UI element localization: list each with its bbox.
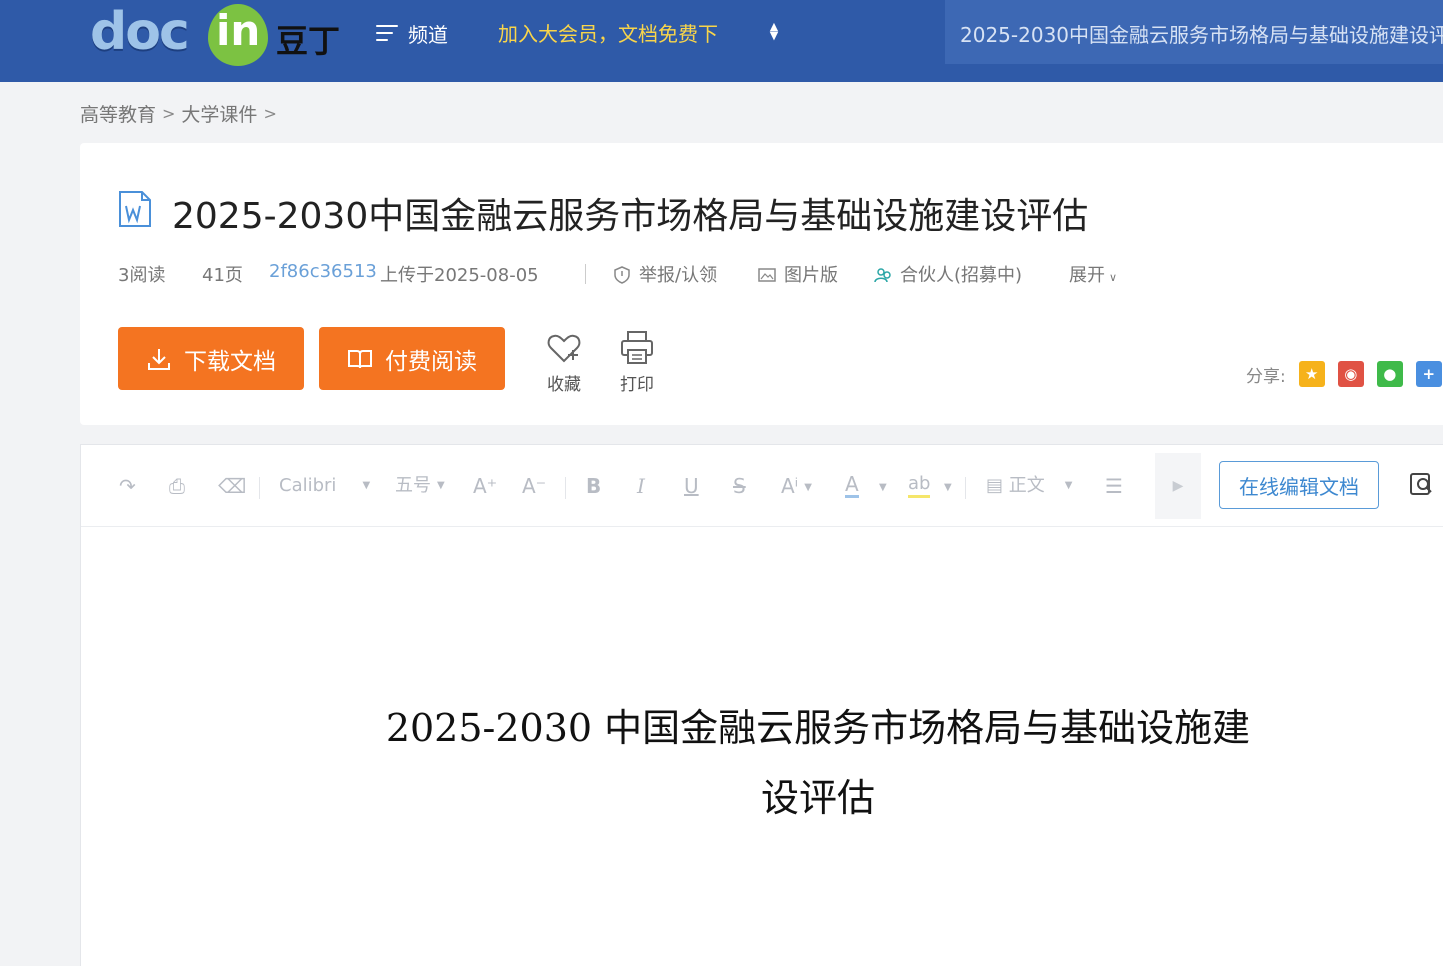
eraser-icon[interactable]: ⌫ (218, 473, 246, 499)
share-weibo-icon[interactable]: ◉ (1337, 361, 1364, 387)
breadcrumb-item-higher-education[interactable]: 高等教育 (80, 100, 156, 127)
heart-plus-icon (547, 334, 581, 363)
font-size-select[interactable]: 五号 ▼ (395, 473, 445, 499)
paragraph-style-icon: ▤ (986, 475, 1009, 496)
share-wechat-icon[interactable]: ● (1376, 361, 1403, 387)
breadcrumb-separator: > (162, 104, 176, 123)
breadcrumb-item-courseware[interactable]: 大学课件 (181, 100, 257, 127)
bold-icon[interactable]: B (586, 473, 601, 499)
top-header: doc in 豆丁 频道 加入大会员，文档免费下 ▲ ▼ 2025-2030中国金… (0, 0, 1443, 82)
format-painter-icon[interactable]: ⎙ (169, 473, 185, 499)
search-input[interactable]: 2025-2030中国金融云服务市场格局与基础设施建设评估 (945, 0, 1443, 64)
docin-logo[interactable]: doc in 豆丁 (88, 2, 348, 68)
document-viewer: ↷ ⎙ ⌫ Calibri ▼ 五号 ▼ A⁺ A⁻ B I U S Aⁱ ▼ A ▼… (80, 444, 1443, 966)
find-icon[interactable] (1409, 471, 1435, 497)
font-family-value: Calibri (279, 475, 337, 496)
breadcrumb-separator: > (263, 104, 277, 123)
underline-icon[interactable]: U (684, 473, 699, 499)
print-button[interactable]: 打印 (612, 330, 662, 395)
download-button[interactable]: 下载文档 (118, 327, 304, 390)
document-info-card: 2025-2030中国金融云服务市场格局与基础设施建设评估 3阅读 41页 2f… (80, 143, 1443, 425)
document-title: 2025-2030中国金融云服务市场格局与基础设施建设评估 (172, 196, 1089, 237)
report-link[interactable]: 举报/认领 (613, 261, 717, 287)
breadcrumb: 高等教育 > 大学课件 > (80, 100, 277, 127)
book-icon (348, 349, 372, 368)
toolbar-scroll-right-icon[interactable]: ▶ (1155, 453, 1201, 519)
online-edit-button[interactable]: 在线编辑文档 (1219, 461, 1379, 509)
print-label: 打印 (620, 375, 654, 395)
printer-icon (621, 331, 653, 364)
page-heading-line-2: 设评估 (760, 776, 875, 820)
search-input-value: 2025-2030中国金融云服务市场格局与基础设施建设评估 (960, 23, 1443, 47)
image-icon (758, 268, 776, 282)
expand-label: 展开 (1069, 265, 1105, 286)
favorite-label: 收藏 (547, 375, 581, 395)
image-version-link[interactable]: 图片版 (758, 261, 838, 287)
expand-toggle[interactable]: 展开 ∨ (1069, 261, 1117, 287)
download-icon (148, 348, 170, 370)
highlight-icon[interactable]: ab (908, 473, 931, 498)
favorite-button[interactable]: 收藏 (539, 330, 589, 395)
menu-icon (376, 24, 398, 42)
page-heading-line-1: 2025-2030 中国金融云服务市场格局与基础设施建 (385, 706, 1251, 750)
share-qzone-icon[interactable]: ★ (1298, 361, 1325, 387)
share-bar: 分享: ★ ◉ ● + (1246, 361, 1442, 387)
upload-date: 上传于2025-08-05 (380, 265, 539, 286)
redo-icon[interactable]: ↷ (119, 473, 136, 499)
editor-toolbar: ↷ ⎙ ⌫ Calibri ▼ 五号 ▼ A⁺ A⁻ B I U S Aⁱ ▼ A ▼… (81, 445, 1443, 527)
page-count: 41页 (202, 265, 243, 286)
toolbar-divider (259, 477, 260, 499)
align-left-icon[interactable]: ☰ (1105, 473, 1123, 499)
font-size-value: 五号 (395, 475, 431, 496)
meta-divider (585, 264, 586, 284)
dropdown-caret-icon: ▼ (1064, 480, 1073, 491)
download-label: 下载文档 (184, 348, 276, 375)
dropdown-caret-icon: ▼ (437, 480, 445, 491)
share-more-icon[interactable]: + (1415, 361, 1442, 387)
strikethrough-icon[interactable]: S (733, 473, 746, 499)
channel-label: 频道 (408, 22, 448, 47)
chevron-down-icon: ∨ (1109, 271, 1118, 284)
font-color-caret-icon[interactable]: ▼ (873, 473, 887, 501)
image-version-label: 图片版 (784, 265, 838, 286)
paid-read-label: 付费阅读 (385, 348, 477, 375)
shrink-font-icon[interactable]: A⁻ (522, 473, 546, 499)
logo-doc-text: doc (90, 2, 190, 62)
logo-in-text: in (216, 6, 261, 55)
grow-font-icon[interactable]: A⁺ (473, 473, 497, 499)
channel-menu-button[interactable]: 频道 (376, 18, 448, 48)
share-label: 分享: (1246, 366, 1286, 387)
shield-icon (614, 266, 630, 284)
partner-icon (874, 268, 891, 283)
partner-label: 合伙人(招募中) (900, 265, 1023, 286)
page-heading: 2025-2030 中国金融云服务市场格局与基础设施建 设评估 (363, 693, 1273, 833)
word-file-icon (119, 191, 151, 227)
logo-cn-text: 豆丁 (276, 22, 341, 60)
toolbar-divider (565, 477, 566, 499)
dropdown-caret-icon: ▼ (362, 480, 371, 491)
text-effect-icon[interactable]: Aⁱ ▼ (781, 473, 812, 501)
italic-icon[interactable]: I (637, 473, 645, 499)
read-count: 3阅读 (118, 265, 166, 286)
paragraph-style-select[interactable]: ▤ 正文 ▼ (986, 473, 1072, 499)
highlight-caret-icon[interactable]: ▼ (938, 473, 952, 501)
toolbar-divider (965, 477, 966, 499)
vip-promo-link[interactable]: 加入大会员，文档免费下 (498, 18, 718, 47)
font-color-icon[interactable]: A (845, 473, 859, 498)
paragraph-style-value: 正文 (1008, 475, 1045, 496)
partner-link[interactable]: 合伙人(招募中) (874, 261, 1022, 287)
report-label: 举报/认领 (639, 265, 718, 286)
paid-read-button[interactable]: 付费阅读 (319, 327, 505, 390)
sort-arrows-icon[interactable]: ▲ ▼ (767, 21, 781, 41)
uploader-link[interactable]: 2f86c36513 (269, 261, 377, 282)
font-family-select[interactable]: Calibri ▼ (279, 473, 370, 499)
